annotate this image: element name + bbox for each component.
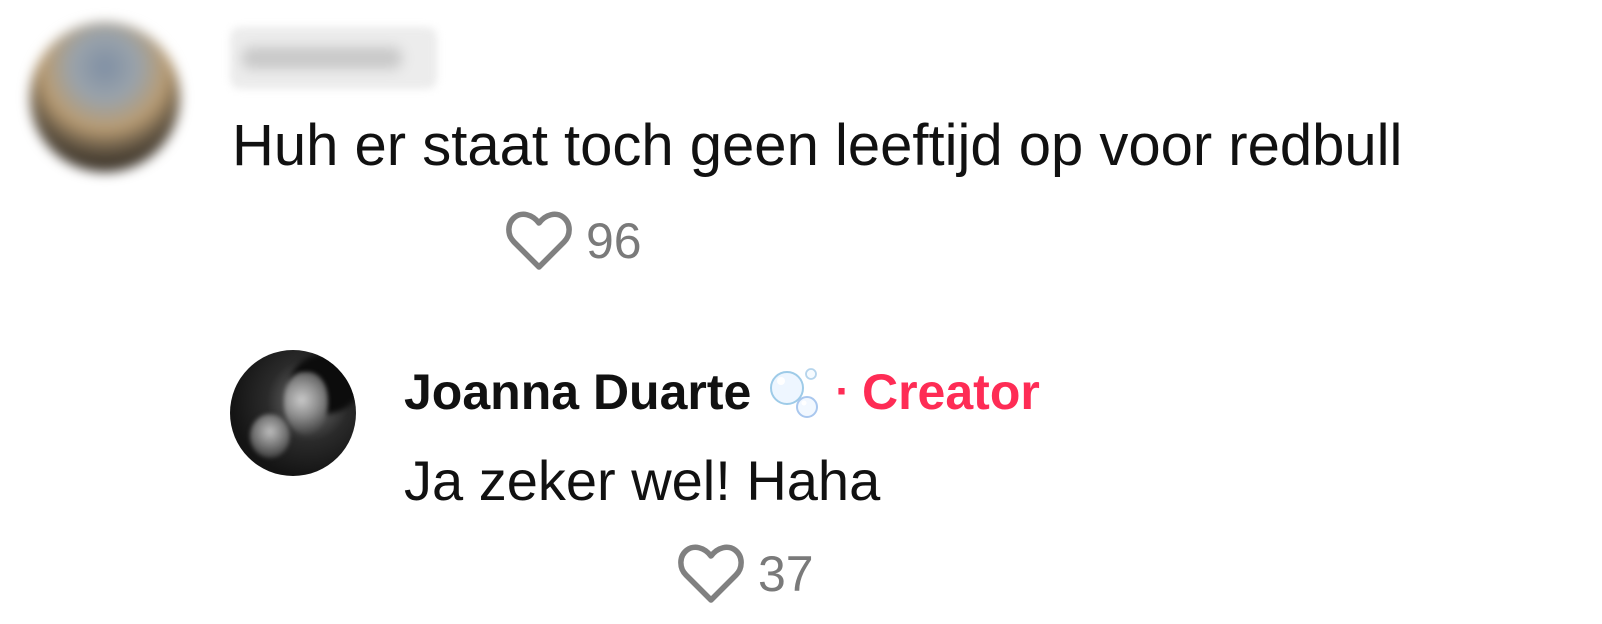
- reply-like-count: 37: [758, 546, 814, 602]
- reply-text: Ja zeker wel! Haha: [404, 449, 881, 512]
- redacted-username-blur: [242, 47, 402, 69]
- comment-like-button[interactable]: 96: [506, 210, 642, 272]
- avatar-photo-face: [284, 372, 328, 434]
- heart-outline-icon[interactable]: [678, 543, 744, 605]
- comment-text: Huh er staat toch geen leeftijd op voor …: [232, 113, 1403, 178]
- bubbles-icon: [770, 368, 819, 418]
- reply-author-avatar[interactable]: [230, 350, 356, 476]
- separator-dot: ·: [835, 367, 850, 416]
- commenter-username-redacted[interactable]: [230, 27, 437, 89]
- reply-author-name[interactable]: Joanna Duarte: [404, 362, 751, 422]
- comment-like-count: 96: [586, 213, 642, 269]
- creator-badge: Creator: [861, 364, 1040, 420]
- reply-like-button[interactable]: 37: [678, 543, 814, 605]
- reply-header: Joanna Duarte · Creator: [404, 362, 1040, 422]
- heart-outline-icon[interactable]: [506, 210, 572, 272]
- avatar-photo-face-secondary: [250, 414, 290, 458]
- commenter-avatar[interactable]: [30, 22, 180, 172]
